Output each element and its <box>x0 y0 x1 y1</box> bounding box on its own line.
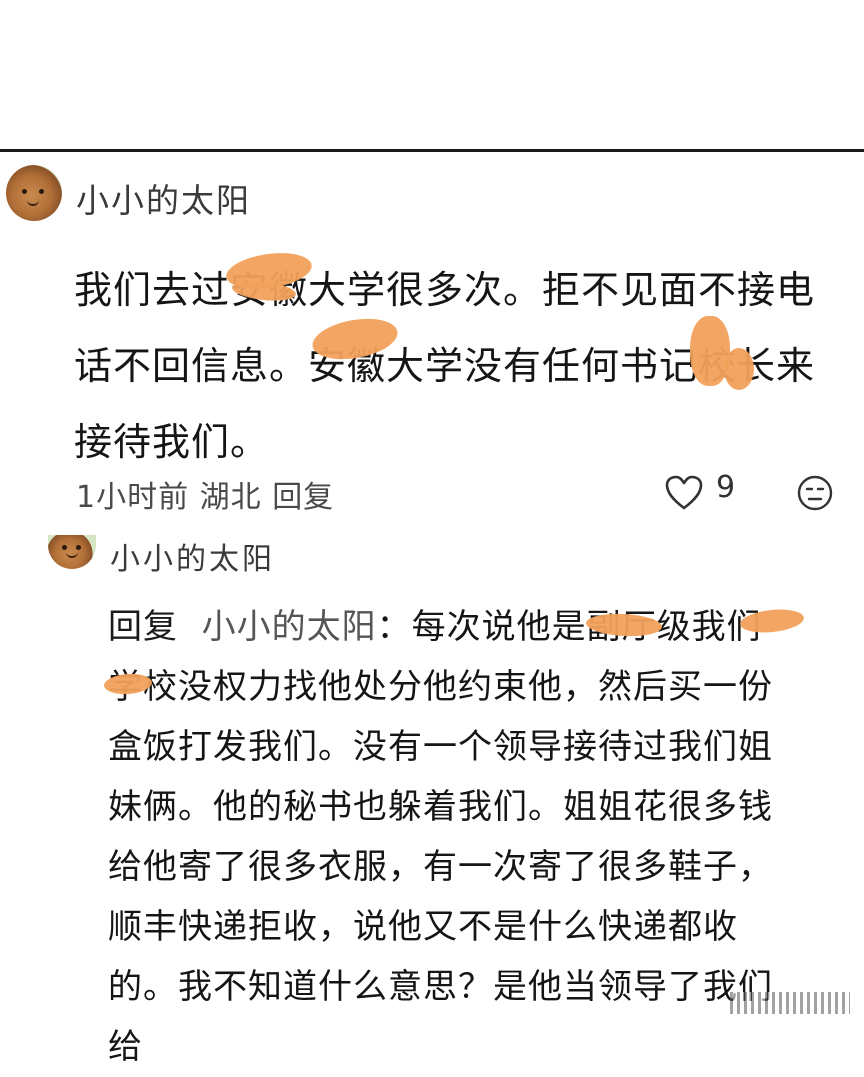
reply-text-block: 回复 小小的太阳：每次说他是副厅级我们学校没权力找他处分他约束他，然后买一份盒饭… <box>108 597 788 1077</box>
comment-time: 1小时前 <box>76 480 190 515</box>
avatar-eye-right <box>76 545 81 550</box>
avatar-eye-left <box>22 189 27 194</box>
expressionless-face-icon[interactable] <box>796 474 834 512</box>
reply-username[interactable]: 小小的太阳 <box>110 534 275 578</box>
avatar-mouth <box>66 551 78 558</box>
comment-reply-button[interactable]: 回复 <box>272 480 334 515</box>
avatar-mouth <box>27 199 39 206</box>
avatar-eye-left <box>62 545 67 550</box>
reply-text: ：每次说他是副厅级我们学校没权力找他处分他约束他，然后买一份盒饭打发我们。没有一… <box>108 607 773 1067</box>
comment-location: 湖北 <box>199 480 262 515</box>
watermark <box>730 992 850 1014</box>
reply-prefix: 回复 <box>108 607 178 647</box>
comment-meta: 1小时前 湖北 回复 <box>76 472 334 516</box>
like-count: 9 <box>716 470 736 505</box>
top-blank-area <box>0 0 864 150</box>
comment-username[interactable]: 小小的太阳 <box>76 174 251 222</box>
redaction-smudge <box>724 348 754 390</box>
heart-outline-icon[interactable] <box>664 474 704 512</box>
reply-user-avatar[interactable] <box>48 535 96 569</box>
reply-target-username[interactable]: 小小的太阳 <box>202 607 377 647</box>
avatar-eye-right <box>39 189 44 194</box>
comment-meta-row: 1小时前 湖北 回复 9 <box>76 470 836 516</box>
user-avatar[interactable] <box>6 165 62 221</box>
top-divider <box>0 149 864 152</box>
